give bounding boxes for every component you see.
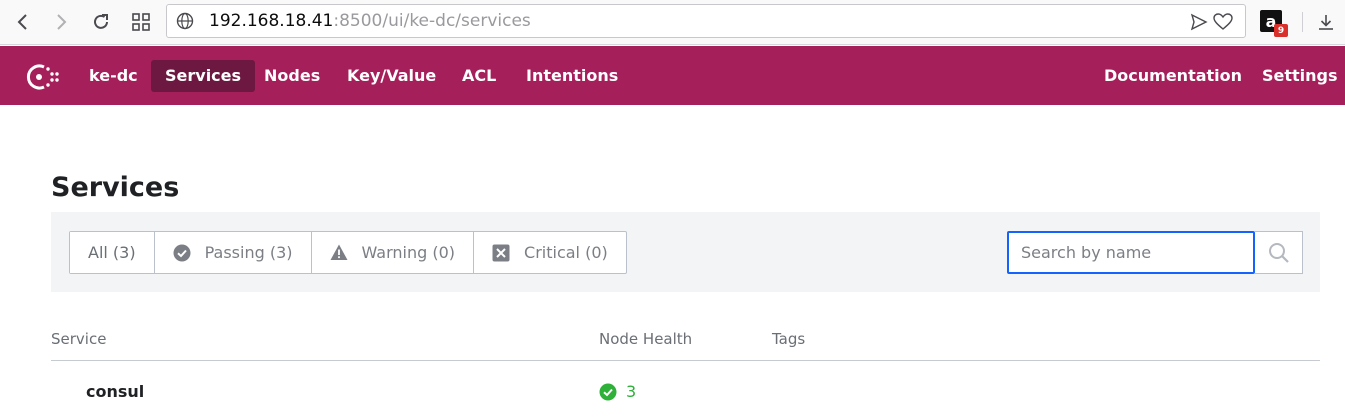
filter-critical[interactable]: Critical (0) (474, 232, 626, 273)
node-health-count: 3 (626, 382, 637, 401)
url-path: :8500/ui/ke-dc/services (333, 11, 531, 31)
back-button[interactable] (10, 9, 36, 35)
filter-passing-label: Passing (3) (204, 243, 293, 262)
extension-badge: 9 (1274, 24, 1288, 37)
nav-intentions[interactable]: Intentions (512, 60, 632, 92)
nav-documentation[interactable]: Documentation (1090, 60, 1256, 92)
nav-acl[interactable]: ACL (448, 60, 510, 92)
filter-warning[interactable]: Warning (0) (312, 232, 475, 273)
nav-key-value[interactable]: Key/Value (333, 60, 450, 92)
search-button[interactable] (1255, 231, 1303, 274)
forward-button[interactable] (48, 9, 74, 35)
back-arrow-icon (17, 14, 27, 30)
nav-services[interactable]: Services (151, 60, 256, 92)
reload-icon (94, 14, 108, 29)
reload-button[interactable] (88, 9, 114, 35)
app-header: ke-dc Services Nodes Key/Value ACL Inten… (0, 46, 1345, 105)
table-header-divider (51, 360, 1320, 361)
url-host: 192.168.18.41 (209, 11, 334, 31)
download-icon (1319, 15, 1333, 30)
grid-icon (132, 13, 150, 31)
address-bar[interactable]: 192.168.18.41:8500/ui/ke-dc/services (166, 4, 1246, 38)
filter-all[interactable]: All (3) (70, 232, 155, 273)
node-health-cell: 3 (599, 382, 636, 401)
downloads-button[interactable] (1313, 9, 1339, 35)
search-input[interactable] (1007, 231, 1255, 274)
url-text: 192.168.18.41:8500/ui/ke-dc/services (209, 11, 531, 31)
browser-toolbar: 192.168.18.41:8500/ui/ke-dc/services a 9 (0, 0, 1345, 45)
column-header-service[interactable]: Service (51, 330, 106, 348)
consul-logo-icon[interactable] (22, 59, 60, 95)
datacenter-selector[interactable]: ke-dc (75, 60, 152, 92)
column-header-tags[interactable]: Tags (772, 330, 805, 348)
filter-passing[interactable]: Passing (3) (155, 232, 312, 273)
critical-x-icon (492, 244, 510, 262)
service-name-link[interactable]: consul (86, 382, 144, 401)
page-title: Services (51, 172, 180, 203)
warning-icon (330, 244, 348, 261)
filter-bar: All (3) Passing (3) Warning (0) Critical… (51, 212, 1320, 292)
passing-check-icon (599, 383, 617, 401)
filter-all-label: All (3) (88, 243, 136, 262)
filter-warning-label: Warning (0) (361, 243, 456, 262)
apps-button[interactable] (128, 9, 154, 35)
health-filter-group: All (3) Passing (3) Warning (0) Critical… (69, 231, 627, 274)
column-header-node-health[interactable]: Node Health (599, 330, 692, 348)
filter-critical-label: Critical (0) (524, 243, 608, 262)
heart-icon[interactable] (1213, 13, 1233, 31)
check-circle-icon (173, 244, 191, 262)
nav-settings[interactable]: Settings (1248, 60, 1345, 92)
nav-nodes[interactable]: Nodes (250, 60, 334, 92)
globe-icon (176, 12, 194, 30)
toolbar-separator (1302, 12, 1303, 32)
send-icon[interactable] (1190, 13, 1208, 31)
forward-arrow-icon (57, 14, 67, 30)
search-icon (1268, 242, 1289, 263)
